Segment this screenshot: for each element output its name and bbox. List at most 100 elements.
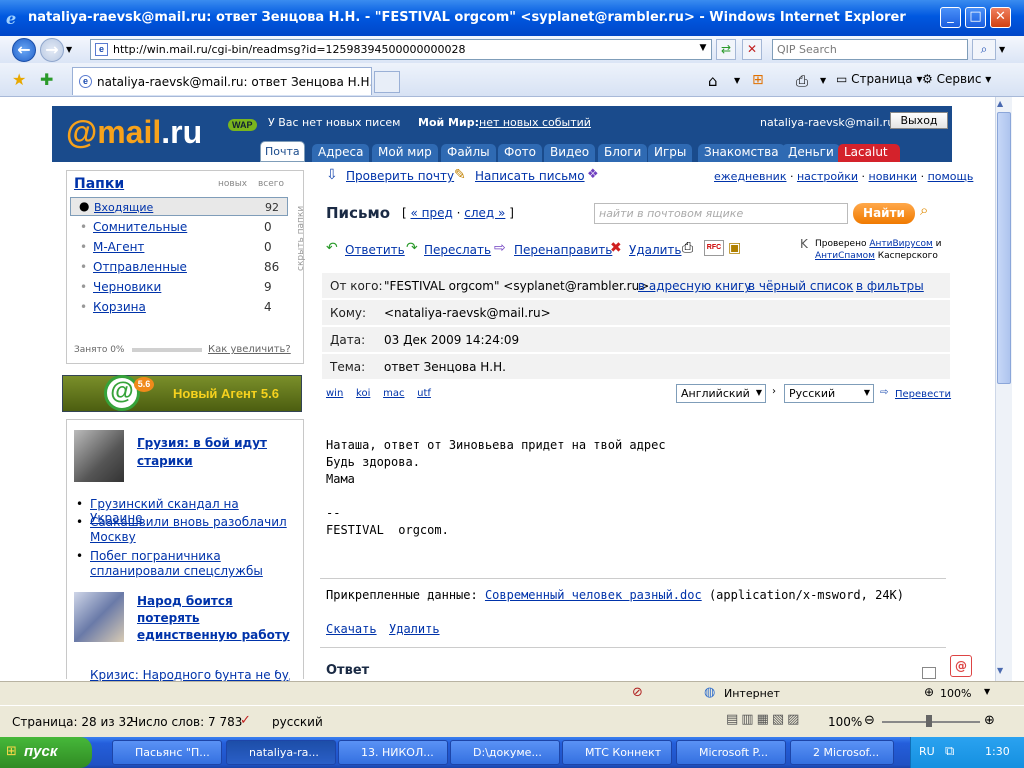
task-mts[interactable]: МТС Коннект bbox=[562, 740, 672, 765]
advanced-search-icon[interactable]: ⌕ bbox=[920, 201, 928, 219]
scroll-up-icon[interactable]: ▲ bbox=[997, 99, 1003, 108]
add-to-filters-link[interactable]: в фильтры bbox=[856, 279, 924, 293]
favorites-star-icon[interactable]: ★ bbox=[12, 70, 26, 89]
new-events-link[interactable]: нет новых событий bbox=[479, 116, 591, 129]
spellcheck-icon[interactable]: ✓ bbox=[240, 713, 251, 728]
task-documents[interactable]: D:\докуме... bbox=[450, 740, 560, 765]
feeds-icon[interactable]: ⊞ bbox=[752, 72, 764, 88]
scrollbar-thumb[interactable] bbox=[997, 112, 1011, 384]
tools-menu[interactable]: ⚙ Сервис ▾ bbox=[922, 72, 991, 86]
add-to-blacklist-link[interactable]: в чёрный список bbox=[748, 279, 853, 293]
download-link[interactable]: Скачать bbox=[326, 622, 377, 636]
settings-link[interactable]: настройки bbox=[797, 170, 858, 183]
zoom-in-icon[interactable]: ⊕ bbox=[984, 713, 995, 728]
find-button[interactable]: Найти bbox=[853, 203, 915, 224]
task-solitaire[interactable]: Пасьянс "П... bbox=[112, 740, 222, 765]
logout-button[interactable]: Выход bbox=[890, 112, 948, 129]
news-link[interactable]: Саакашвили вновь разоблачил Москву bbox=[90, 515, 290, 545]
tab-my-world[interactable]: Мой мир bbox=[372, 144, 438, 162]
reply-checkbox[interactable] bbox=[922, 667, 936, 679]
tab-money[interactable]: Деньги bbox=[782, 144, 840, 162]
options-icon[interactable]: ❖ bbox=[587, 167, 599, 182]
rfc-icon[interactable]: RFC bbox=[704, 240, 724, 256]
minimize-button[interactable]: _ bbox=[940, 7, 961, 28]
prev-letter-link[interactable]: « пред bbox=[411, 206, 453, 220]
add-favorites-icon[interactable]: ✚ bbox=[40, 70, 53, 89]
tab-addresses[interactable]: Адреса bbox=[312, 144, 370, 162]
attachment-file-link[interactable]: Современный человек разный.doc bbox=[485, 588, 702, 602]
wap-badge[interactable]: WAP bbox=[228, 119, 257, 131]
tab-files[interactable]: Файлы bbox=[441, 144, 496, 162]
print-dropdown-icon[interactable]: ▼ bbox=[820, 76, 826, 85]
word-count[interactable]: Число слов: 7 783 bbox=[130, 715, 242, 729]
maximize-button[interactable]: □ bbox=[965, 7, 986, 28]
encoding-utf[interactable]: utf bbox=[417, 388, 431, 399]
antispam-link[interactable]: АнтиСпамом bbox=[815, 251, 875, 261]
qip-search-input[interactable]: QIP Search bbox=[772, 39, 968, 60]
antivirus-link[interactable]: АнтиВирусом bbox=[869, 239, 932, 249]
how-increase-link[interactable]: Как увеличить? bbox=[208, 344, 291, 355]
news-link[interactable]: Побег пограничника спланировали спецслуж… bbox=[90, 549, 290, 579]
news2-headline-link[interactable]: Народ боится потерять единственную работ… bbox=[137, 593, 297, 644]
browser-tab[interactable]: nataliya-raevsk@mail.ru: ответ Зенцова Н… bbox=[72, 67, 372, 95]
news2-photo[interactable] bbox=[74, 592, 124, 642]
task-powerpoint[interactable]: Microsoft P... bbox=[676, 740, 786, 765]
mailbox-search-input[interactable]: найти в почтовом ящике bbox=[594, 203, 848, 224]
task-ie[interactable]: nataliya-ra... bbox=[226, 740, 336, 765]
scroll-down-icon[interactable]: ▼ bbox=[997, 666, 1003, 675]
input-language[interactable]: RU bbox=[919, 745, 935, 758]
tab-video[interactable]: Видео bbox=[544, 144, 596, 162]
lang-to-select[interactable]: Русский ▼ bbox=[784, 384, 874, 403]
word-language[interactable]: русский bbox=[272, 715, 323, 729]
mail-agent-icon[interactable]: @ bbox=[950, 655, 972, 677]
encoding-koi[interactable]: koi bbox=[356, 388, 370, 399]
planner-link[interactable]: ежедневник bbox=[714, 170, 786, 183]
view-mode-icons[interactable]: ▤▥▦▧▨ bbox=[726, 712, 802, 727]
add-to-addressbook-link[interactable]: в адресную книгу bbox=[638, 279, 751, 293]
tab-mail[interactable]: Почта bbox=[260, 141, 305, 162]
check-mail-link[interactable]: Проверить почту bbox=[346, 169, 454, 183]
new-tab-button[interactable] bbox=[374, 71, 400, 93]
write-letter-link[interactable]: Написать письмо bbox=[475, 169, 585, 183]
home-dropdown-icon[interactable]: ▼ bbox=[734, 76, 740, 85]
tab-lacalut[interactable]: Lacalut bbox=[838, 144, 900, 162]
address-bar[interactable]: http://win.mail.ru/cgi-bin/readmsg?id=12… bbox=[90, 39, 712, 60]
next-letter-link[interactable]: след » bbox=[464, 206, 505, 220]
lang-from-select[interactable]: Английский ▼ bbox=[676, 384, 766, 403]
encoding-win[interactable]: win bbox=[326, 388, 343, 399]
translate-link[interactable]: Перевести bbox=[895, 389, 951, 400]
print-icon[interactable]: ⎙ bbox=[796, 72, 808, 90]
zoom-level[interactable]: 100% bbox=[940, 687, 971, 700]
delete-attachment-link[interactable]: Удалить bbox=[389, 622, 440, 636]
close-window-button[interactable]: ✕ bbox=[990, 7, 1011, 28]
folder-spam[interactable]: • Сомнительные 0 bbox=[70, 217, 288, 237]
word-zoom[interactable]: 100% bbox=[828, 715, 862, 729]
privacy-icon[interactable]: ⊘ bbox=[632, 685, 643, 700]
tab-games[interactable]: Игры bbox=[648, 144, 693, 162]
reply-link[interactable]: Ответить bbox=[345, 243, 405, 257]
folders-title[interactable]: Папки bbox=[74, 176, 124, 192]
word-page-count[interactable]: Страница: 28 из 32 bbox=[12, 715, 134, 729]
help-link[interactable]: помощь bbox=[928, 170, 974, 183]
tab-photo[interactable]: Фото bbox=[498, 144, 543, 162]
network-icon[interactable]: ⧉ bbox=[945, 744, 954, 759]
news-photo[interactable] bbox=[74, 430, 124, 482]
folder-agent[interactable]: • М-Агент 0 bbox=[70, 237, 288, 257]
zoom-icon[interactable]: ⊕ bbox=[924, 685, 934, 699]
tab-blogs[interactable]: Блоги bbox=[598, 144, 648, 162]
address-dropdown-icon[interactable]: ▼ bbox=[693, 39, 713, 60]
history-dropdown-icon[interactable]: ▼ bbox=[66, 45, 72, 54]
print-letter-icon[interactable]: ⎙ bbox=[682, 240, 693, 256]
agent-banner[interactable]: Новый Агент 5.6 bbox=[62, 375, 302, 412]
page-menu[interactable]: ▭ Страница ▾ bbox=[836, 72, 923, 86]
news-link-top[interactable]: новинки bbox=[869, 170, 918, 183]
zoom-out-icon[interactable]: ⊖ bbox=[864, 713, 875, 728]
task-word[interactable]: 2 Microsof... bbox=[790, 740, 894, 765]
tab-dating[interactable]: Знакомства bbox=[698, 144, 785, 162]
task-word-nikol[interactable]: 13. НИКОЛ... bbox=[338, 740, 448, 765]
folder-inbox[interactable]: ● Входящие 92 bbox=[70, 197, 288, 216]
forward-button[interactable]: → bbox=[40, 38, 64, 62]
zoom-dropdown-icon[interactable]: ▼ bbox=[984, 687, 990, 696]
search-options-icon[interactable]: ▼ bbox=[999, 45, 1005, 54]
news-cut-link[interactable]: Кризис: Народного бунта не будет bbox=[90, 670, 290, 681]
